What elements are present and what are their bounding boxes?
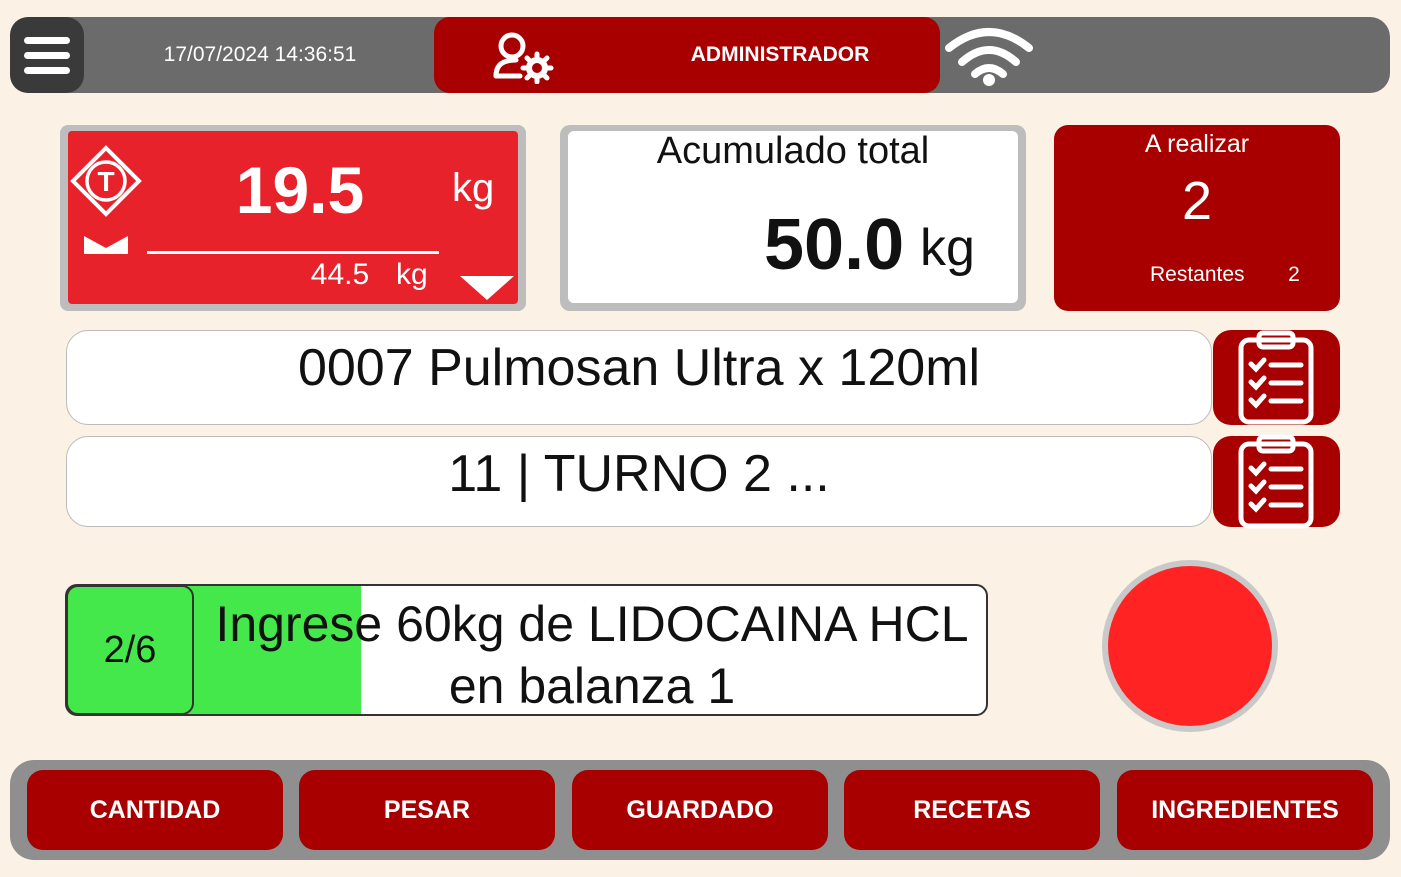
cantidad-button[interactable]: CANTIDAD	[27, 770, 283, 850]
user-role-label: ADMINISTRADOR	[690, 43, 870, 66]
status-light	[1108, 566, 1272, 726]
remaining-value: 2	[1288, 263, 1300, 286]
batch-label: 11 | TURNO 2 ...	[448, 445, 830, 503]
clipboard-checklist-icon	[1238, 434, 1314, 529]
accumulated-total-title: Acumulado total	[656, 130, 930, 172]
weight-value: 19.5	[235, 153, 365, 227]
step-counter: 2/6	[103, 629, 157, 671]
ingredientes-button[interactable]: INGREDIENTES	[1117, 770, 1373, 850]
accumulated-total-unit: kg	[920, 219, 975, 277]
triangle-down-icon[interactable]	[458, 272, 516, 302]
hamburger-menu-icon[interactable]	[10, 17, 84, 93]
pending-value: 2	[1181, 171, 1213, 231]
pending-title: A realizar	[1144, 130, 1250, 158]
pesar-button[interactable]: PESAR	[299, 770, 555, 850]
svg-text:T: T	[97, 166, 114, 197]
accumulated-total-value: 50.0	[764, 205, 905, 285]
clipboard-checklist-icon	[1238, 330, 1314, 425]
batch-list-button[interactable]	[1213, 434, 1340, 529]
recetas-button[interactable]: RECETAS	[844, 770, 1100, 850]
secondary-weight-unit: kg	[396, 258, 428, 291]
user-settings-icon	[493, 32, 554, 84]
remaining-label: Restantes	[1150, 263, 1245, 286]
wifi-icon	[945, 28, 1033, 86]
guardado-button[interactable]: GUARDADO	[572, 770, 828, 850]
instruction-line-1: Ingrese 60kg de LIDOCAINA HCL	[215, 596, 969, 652]
weight-unit: kg	[452, 166, 495, 210]
zero-icon	[84, 236, 128, 254]
instruction-line-2: en balanza 1	[448, 658, 736, 714]
datetime-display: 17/07/2024 14:36:51	[163, 43, 357, 66]
product-list-button[interactable]	[1213, 330, 1340, 425]
weight-divider	[147, 251, 439, 254]
tare-icon: T	[70, 145, 142, 217]
product-label: 0007 Pulmosan Ultra x 120ml	[297, 339, 981, 397]
secondary-weight-value: 44.5	[310, 258, 370, 291]
